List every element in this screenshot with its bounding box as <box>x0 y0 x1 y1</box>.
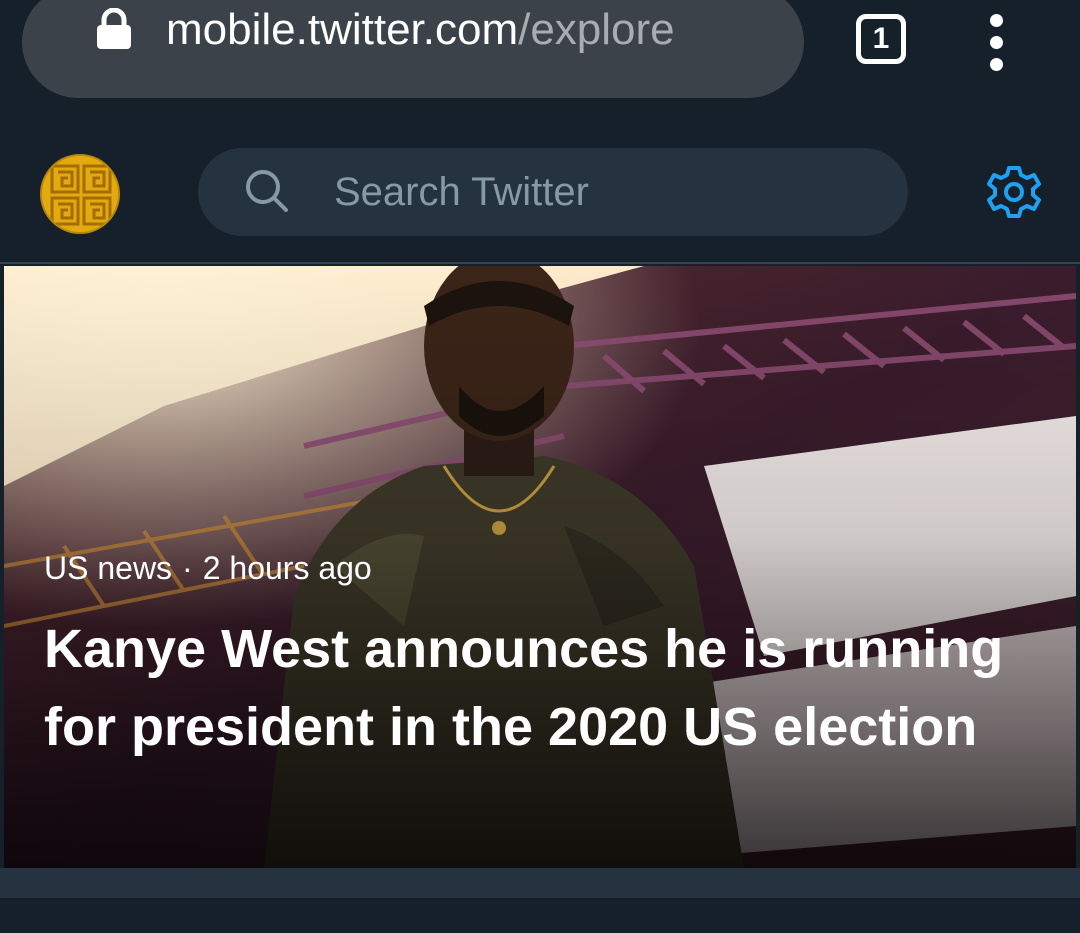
address-bar[interactable]: mobile.twitter.com/explore <box>22 0 804 98</box>
url-text[interactable]: mobile.twitter.com/explore <box>166 2 675 58</box>
url-host: mobile.twitter.com <box>166 5 519 54</box>
hero-headline[interactable]: Kanye West announces he is running for p… <box>44 610 1054 766</box>
search-box[interactable] <box>198 148 908 236</box>
browser-toolbar: mobile.twitter.com/explore 1 <box>0 0 1080 128</box>
url-path: /explore <box>518 5 675 54</box>
trending-hero-card[interactable]: US news · 2 hours ago Kanye West announces… <box>4 266 1076 868</box>
feed-area <box>0 898 1080 933</box>
search-input[interactable] <box>334 148 874 236</box>
search-icon <box>246 170 288 212</box>
more-vert-icon[interactable] <box>984 14 1014 71</box>
avatar[interactable] <box>40 154 120 234</box>
gear-icon[interactable] <box>984 162 1044 222</box>
tab-switcher-button[interactable]: 1 <box>856 14 906 64</box>
explore-header <box>0 128 1080 264</box>
lock-icon <box>97 8 131 49</box>
meta-separator: · <box>182 550 193 586</box>
hero-time: 2 hours ago <box>202 550 372 586</box>
avatar-pattern-icon <box>42 156 118 232</box>
hero-category: US news <box>44 550 173 586</box>
section-divider <box>0 868 1080 898</box>
hero-meta: US news · 2 hours ago <box>44 548 372 588</box>
